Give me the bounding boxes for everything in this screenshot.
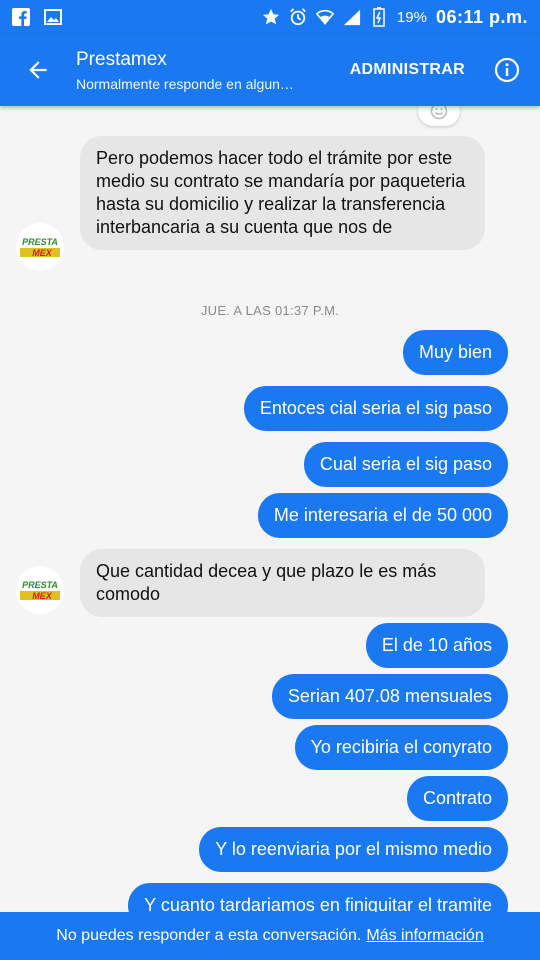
- arrow-back-icon: [29, 61, 47, 79]
- clock: 06:11 p.m.: [435, 6, 528, 27]
- logo-text-mex: MEX: [32, 248, 53, 258]
- more-info-link[interactable]: Más información: [366, 927, 483, 945]
- info-button[interactable]: [493, 56, 521, 84]
- logo-text-presta: PRESTA: [22, 580, 58, 590]
- battery-icon: [370, 7, 388, 27]
- outgoing-message[interactable]: Yo recibiria el conyrato: [294, 725, 508, 770]
- timestamp-divider: JUE. A LAS 01:37 P.M.: [200, 303, 340, 318]
- administrar-button[interactable]: ADMINISTRAR: [350, 61, 465, 79]
- outgoing-message[interactable]: Muy bien: [402, 330, 508, 375]
- incoming-message[interactable]: Que cantidad decea y que plazo le es más…: [80, 549, 485, 617]
- outgoing-message[interactable]: Serian 407.08 mensuales: [271, 674, 508, 719]
- info-icon: [494, 57, 520, 83]
- outgoing-message[interactable]: Cual seria el sig paso: [303, 442, 508, 487]
- status-bar: 19% 06:11 p.m.: [0, 0, 540, 34]
- logo-text-presta: PRESTA: [22, 237, 58, 247]
- back-button[interactable]: [0, 34, 76, 106]
- conversation-title-block[interactable]: Prestamex Normalmente responde en alguna…: [76, 49, 350, 92]
- wifi-icon: [315, 8, 334, 26]
- outgoing-message[interactable]: Y cuanto tardariamos en finiquitar el tr…: [128, 883, 508, 912]
- star-icon: [262, 8, 280, 26]
- battery-percent: 19%: [396, 8, 427, 26]
- conversation-closed-banner: No puedes responder a esta conversación.…: [0, 912, 540, 960]
- alarm-icon: [289, 8, 307, 26]
- outgoing-message[interactable]: Y lo reenviaria por el mismo medio: [199, 827, 508, 872]
- conversation-header: Prestamex Normalmente responde en alguna…: [0, 34, 540, 106]
- avatar[interactable]: PRESTA MEX: [16, 566, 64, 614]
- logo-text-mex: MEX: [32, 591, 53, 601]
- signal-icon: [343, 8, 361, 26]
- prestamex-logo: PRESTA MEX: [20, 237, 60, 258]
- message-list[interactable]: Pero podemos hacer todo el trámite por e…: [0, 106, 540, 912]
- outgoing-message[interactable]: El de 10 años: [365, 623, 508, 668]
- footer-text: No puedes responder a esta conversación.: [56, 927, 362, 944]
- image-icon: [44, 8, 62, 26]
- prestamex-logo: PRESTA MEX: [20, 580, 60, 601]
- outgoing-message[interactable]: Me interesaria el de 50 000: [257, 493, 508, 538]
- outgoing-message[interactable]: Entoces cial seria el sig paso: [243, 386, 508, 431]
- response-time-subtitle: Normalmente responde en alguna…: [76, 75, 301, 92]
- smiley-icon: [430, 106, 448, 120]
- avatar[interactable]: PRESTA MEX: [16, 223, 64, 271]
- page-title: Prestamex: [76, 48, 167, 70]
- outgoing-message[interactable]: Contrato: [406, 776, 508, 821]
- incoming-message[interactable]: Pero podemos hacer todo el trámite por e…: [80, 136, 485, 250]
- facebook-icon: [12, 8, 30, 26]
- reaction-badge[interactable]: [418, 106, 460, 126]
